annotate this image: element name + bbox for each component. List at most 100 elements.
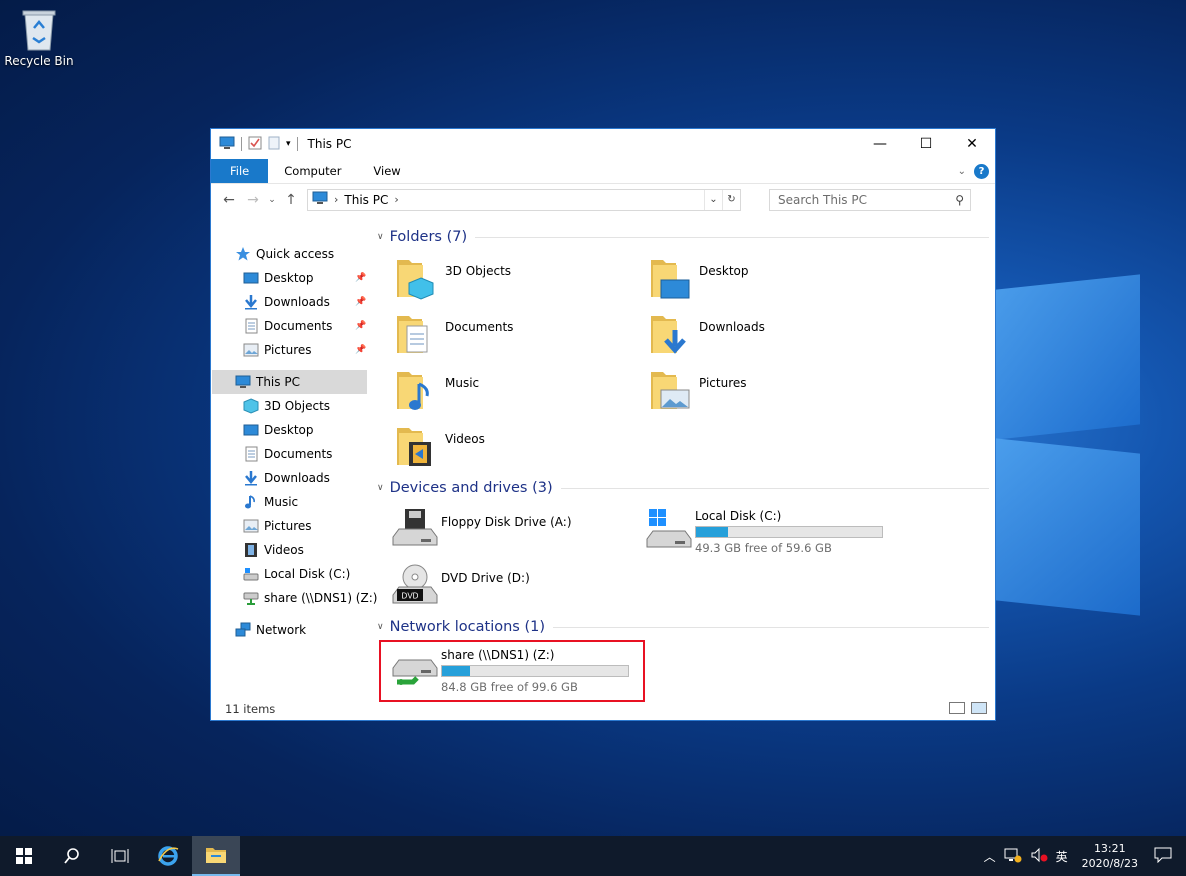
tab-view[interactable]: View — [357, 159, 416, 183]
nav-quick-pictures[interactable]: Pictures — [243, 338, 312, 362]
nav-label: Videos — [264, 543, 304, 557]
tab-computer[interactable]: Computer — [268, 159, 357, 183]
chevron-right-icon[interactable]: › — [334, 193, 338, 206]
drive-local-c[interactable]: Local Disk (C:) 49.3 GB free of 59.6 GB — [645, 507, 905, 557]
maximize-button[interactable]: ☐ — [903, 129, 949, 159]
folder-pictures[interactable]: Pictures — [649, 368, 879, 418]
search-button[interactable] — [48, 836, 96, 876]
dvd-badge: DVD — [402, 592, 419, 601]
folder-desktop[interactable]: Desktop — [649, 256, 879, 306]
drive-dvd[interactable]: DVD DVD Drive (D:) — [391, 563, 631, 613]
folder-music[interactable]: Music — [395, 368, 625, 418]
network-status-icon[interactable] — [1000, 847, 1026, 866]
tile-label: Desktop — [699, 264, 749, 278]
network-drive-icon — [243, 590, 259, 606]
large-icons-view-icon[interactable] — [971, 702, 987, 714]
nav-quick-downloads[interactable]: Downloads — [243, 290, 330, 314]
tile-label: Pictures — [699, 376, 747, 390]
help-icon[interactable]: ? — [974, 163, 989, 179]
nav-music[interactable]: Music — [243, 490, 298, 514]
group-header-folders[interactable]: ∨ Folders (7) — [377, 226, 989, 248]
group-header-network[interactable]: ∨ Network locations (1) — [377, 616, 989, 638]
highlight-box — [379, 640, 645, 702]
back-button[interactable]: ← — [217, 192, 241, 208]
title-bar: ▾ This PC — ☐ ✕ — [211, 129, 995, 159]
nav-documents[interactable]: Documents — [243, 442, 332, 466]
group-header-devices[interactable]: ∨ Devices and drives (3) — [377, 477, 989, 499]
nav-3d-objects[interactable]: 3D Objects — [243, 394, 330, 418]
properties-icon[interactable] — [248, 136, 262, 153]
search-input[interactable]: Search This PC ⚲ — [769, 188, 971, 211]
nav-label: Downloads — [264, 471, 330, 485]
file-explorer-taskbar-button[interactable] — [192, 836, 240, 876]
tile-label: Documents — [445, 320, 514, 334]
folder-downloads[interactable]: Downloads — [649, 312, 879, 362]
nav-quick-desktop[interactable]: Desktop — [243, 266, 314, 290]
folder-documents[interactable]: Documents — [395, 312, 625, 362]
search-icon[interactable]: ⚲ — [955, 193, 964, 207]
pin-icon[interactable]: 📌 — [355, 273, 366, 283]
customize-qat-icon[interactable]: ▾ — [286, 139, 291, 149]
folder-videos[interactable]: Videos — [395, 424, 625, 474]
task-view-button[interactable] — [96, 836, 144, 876]
nav-videos[interactable]: Videos — [243, 538, 304, 562]
recycle-bin[interactable]: Recycle Bin — [4, 8, 74, 68]
computer-icon — [235, 374, 251, 390]
start-button[interactable] — [0, 836, 48, 876]
forward-button[interactable]: → — [241, 192, 265, 208]
nav-share-drive[interactable]: share (\\DNS1) (Z:) — [243, 586, 377, 610]
nav-label: share (\\DNS1) (Z:) — [264, 591, 378, 605]
task-view-icon — [111, 849, 129, 863]
divider — [552, 626, 989, 628]
nav-quick-access[interactable]: Quick access — [235, 242, 334, 266]
network-icon — [235, 622, 251, 638]
tile-label: Downloads — [699, 320, 765, 334]
notifications-icon[interactable] — [1148, 847, 1186, 866]
volume-muted-icon[interactable] — [1026, 847, 1052, 866]
nav-label: Music — [264, 495, 299, 509]
nav-quick-documents[interactable]: Documents — [243, 314, 332, 338]
clock[interactable]: 13:21 2020/8/23 — [1072, 841, 1148, 871]
nav-network[interactable]: Network — [235, 618, 306, 642]
expand-ribbon-icon[interactable]: ⌄ — [958, 166, 966, 177]
new-folder-icon[interactable] — [268, 136, 280, 153]
music-icon — [243, 494, 259, 510]
recent-locations-button[interactable]: ⌄ — [265, 195, 279, 205]
details-view-icon[interactable] — [949, 702, 965, 714]
nav-local-disk[interactable]: Local Disk (C:) — [243, 562, 350, 586]
floppy-drive-icon — [391, 507, 438, 551]
folder-pictures-icon — [649, 368, 693, 412]
cube-icon — [243, 398, 259, 414]
tab-file[interactable]: File — [211, 159, 269, 183]
minimize-button[interactable]: — — [857, 129, 903, 159]
close-button[interactable]: ✕ — [949, 129, 995, 159]
internet-explorer-icon — [158, 846, 179, 866]
pin-icon[interactable]: 📌 — [355, 321, 366, 331]
collapse-icon[interactable]: ∨ — [377, 483, 384, 493]
nav-this-pc[interactable]: This PC — [235, 370, 300, 394]
nav-downloads[interactable]: Downloads — [243, 466, 330, 490]
collapse-icon[interactable]: ∨ — [377, 622, 384, 632]
tile-label: DVD Drive (D:) — [441, 571, 530, 585]
pin-icon[interactable]: 📌 — [355, 345, 366, 355]
nav-label: Desktop — [264, 423, 314, 437]
chevron-right-icon[interactable]: › — [394, 193, 398, 206]
nav-pictures[interactable]: Pictures — [243, 514, 312, 538]
show-hidden-icons-icon[interactable]: ︿ — [980, 848, 1000, 865]
address-bar[interactable]: › This PC › ⌄ ↻ — [307, 188, 741, 211]
refresh-icon[interactable]: ↻ — [722, 189, 740, 210]
navigation-bar: ← → ⌄ ↑ › This PC › ⌄ ↻ Search This PC ⚲ — [211, 183, 995, 215]
address-segment-this-pc[interactable]: This PC — [344, 193, 388, 207]
ie-taskbar-button[interactable] — [144, 836, 192, 876]
up-button[interactable]: ↑ — [279, 192, 303, 208]
input-method-indicator[interactable]: 英 — [1052, 848, 1072, 865]
collapse-icon[interactable]: ∨ — [377, 232, 384, 242]
address-dropdown-icon[interactable]: ⌄ — [704, 189, 722, 210]
pin-icon[interactable]: 📌 — [355, 297, 366, 307]
drive-floppy[interactable]: Floppy Disk Drive (A:) — [391, 507, 631, 557]
local-disk-icon — [645, 507, 692, 551]
nav-desktop[interactable]: Desktop — [243, 418, 314, 442]
folder-3d-objects[interactable]: 3D Objects — [395, 256, 625, 306]
folder-icon — [206, 848, 226, 863]
drive-icon — [243, 566, 259, 582]
